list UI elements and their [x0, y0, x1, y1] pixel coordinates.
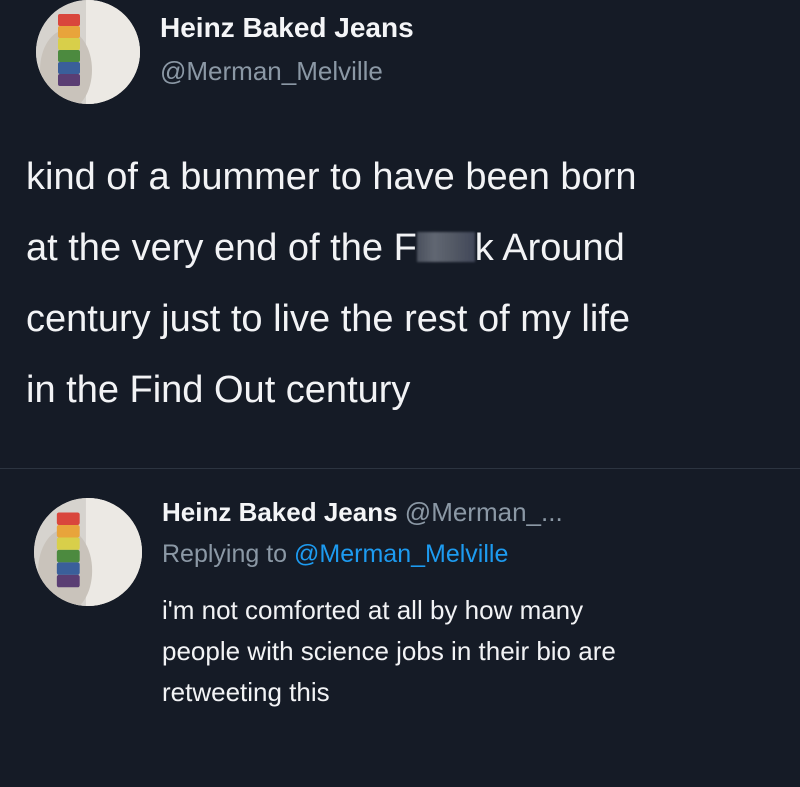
replying-to-link[interactable]: @Merman_Melville — [294, 540, 508, 568]
avatar[interactable] — [36, 0, 140, 104]
tweet-text-fragment: at the very end of the F — [26, 227, 417, 269]
author-handle[interactable]: @Merman_Melville — [160, 56, 383, 87]
reply-author-display-name[interactable]: Heinz Baked Jeans — [162, 497, 398, 527]
reply-text-line: retweeting this — [162, 677, 330, 707]
tweet-text-line: century just to live the rest of my life — [26, 298, 631, 340]
avatar-image-icon — [34, 498, 142, 606]
tweet-screenshot: Heinz Baked Jeans @Merman_Melville kind … — [0, 0, 800, 787]
tweet-text-line: at the very end of the F k Around — [26, 213, 786, 284]
reply-author-line: Heinz Baked Jeans @Merman_... — [162, 497, 792, 528]
avatar-image-icon — [36, 0, 140, 104]
replying-to-label: Replying to — [162, 540, 288, 568]
censor-blur — [416, 232, 475, 262]
tweet-text: kind of a bummer to have been born at th… — [26, 142, 786, 426]
reply-text-line: i'm not comforted at all by how many — [162, 595, 584, 625]
tweet-text-fragment: k Around — [474, 227, 625, 269]
reply-avatar[interactable] — [34, 498, 142, 606]
replying-to-line: Replying to @Merman_Melville — [162, 540, 508, 569]
reply-text: i'm not comforted at all by how many peo… — [162, 590, 782, 713]
tweet-text-line: kind of a bummer to have been born — [26, 156, 637, 198]
divider — [0, 468, 800, 469]
reply-author-handle[interactable]: @Merman_... — [405, 497, 563, 527]
reply-text-line: people with science jobs in their bio ar… — [162, 636, 616, 666]
tweet-text-line: in the Find Out century — [26, 369, 411, 411]
author-display-name[interactable]: Heinz Baked Jeans — [160, 12, 414, 44]
